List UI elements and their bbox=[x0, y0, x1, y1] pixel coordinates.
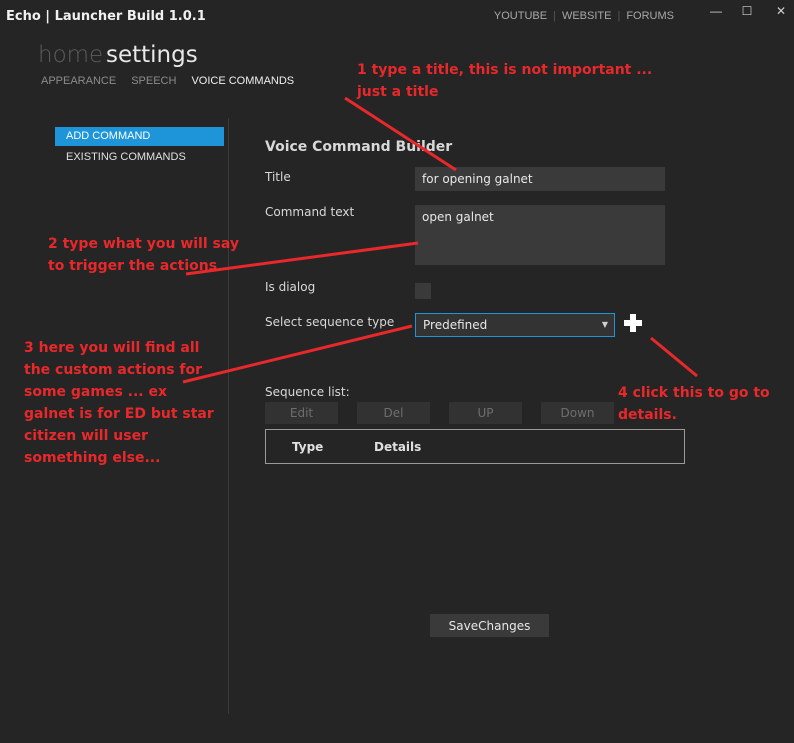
sidebar-item-add-command[interactable]: ADD COMMAND bbox=[55, 127, 224, 146]
maximize-icon[interactable]: ☐ bbox=[736, 4, 758, 18]
sequence-type-select[interactable]: Predefined ▼ bbox=[415, 313, 615, 337]
is-dialog-checkbox[interactable] bbox=[415, 283, 431, 299]
annotation-4: 4 click this to go to details. bbox=[618, 385, 770, 423]
sequence-type-value: Predefined bbox=[423, 318, 488, 332]
tab-voice-commands[interactable]: VOICE COMMANDS bbox=[191, 75, 294, 87]
chevron-down-icon: ▼ bbox=[601, 320, 608, 329]
link-separator: | bbox=[553, 10, 556, 22]
builder-heading: Voice Command Builder bbox=[265, 139, 453, 155]
top-links: YOUTUBE | WEBSITE | FORUMS bbox=[494, 10, 674, 22]
delete-button[interactable]: Del bbox=[357, 402, 430, 424]
sequence-type-label: Select sequence type bbox=[265, 315, 395, 329]
forums-link[interactable]: FORUMS bbox=[626, 10, 674, 22]
arrow-4 bbox=[650, 336, 698, 378]
website-link[interactable]: WEBSITE bbox=[562, 10, 612, 22]
arrow-1 bbox=[344, 96, 457, 172]
window-title: Echo | Launcher Build 1.0.1 bbox=[6, 9, 206, 24]
sequence-list-label: Sequence list: bbox=[265, 385, 350, 399]
annotation-2: 2 type what you will say to trigger the … bbox=[48, 236, 240, 274]
tab-appearance[interactable]: APPEARANCE bbox=[41, 75, 116, 87]
settings-subnav: APPEARANCE SPEECH VOICE COMMANDS bbox=[41, 75, 294, 87]
title-input[interactable] bbox=[415, 167, 665, 191]
minimize-icon[interactable]: — bbox=[705, 4, 727, 18]
nav-home[interactable]: home bbox=[38, 42, 103, 68]
tab-speech[interactable]: SPEECH bbox=[131, 75, 176, 87]
annotation-3: 3 here you will find all the custom acti… bbox=[24, 340, 214, 466]
youtube-link[interactable]: YOUTUBE bbox=[494, 10, 547, 22]
command-text-label: Command text bbox=[265, 205, 355, 219]
command-text-input[interactable]: open galnet bbox=[415, 205, 665, 265]
title-label: Title bbox=[265, 170, 291, 184]
sidebar-item-existing-commands[interactable]: EXISTING COMMANDS bbox=[55, 148, 224, 167]
is-dialog-label: Is dialog bbox=[265, 280, 316, 294]
column-header-type: Type bbox=[292, 440, 324, 454]
column-header-details: Details bbox=[374, 440, 422, 454]
save-changes-button[interactable]: SaveChanges bbox=[430, 614, 549, 637]
edit-button[interactable]: Edit bbox=[265, 402, 338, 424]
annotation-1: 1 type a title, this is not important ..… bbox=[357, 62, 653, 100]
link-separator: | bbox=[617, 10, 621, 22]
nav-settings[interactable]: settings bbox=[106, 42, 198, 68]
move-up-button[interactable]: UP bbox=[449, 402, 522, 424]
add-sequence-plus-icon[interactable] bbox=[622, 312, 644, 334]
close-icon[interactable]: ✕ bbox=[770, 4, 792, 18]
move-down-button[interactable]: Down bbox=[541, 402, 614, 424]
sequence-table: Type Details bbox=[265, 429, 685, 464]
sidebar-divider bbox=[228, 118, 229, 714]
